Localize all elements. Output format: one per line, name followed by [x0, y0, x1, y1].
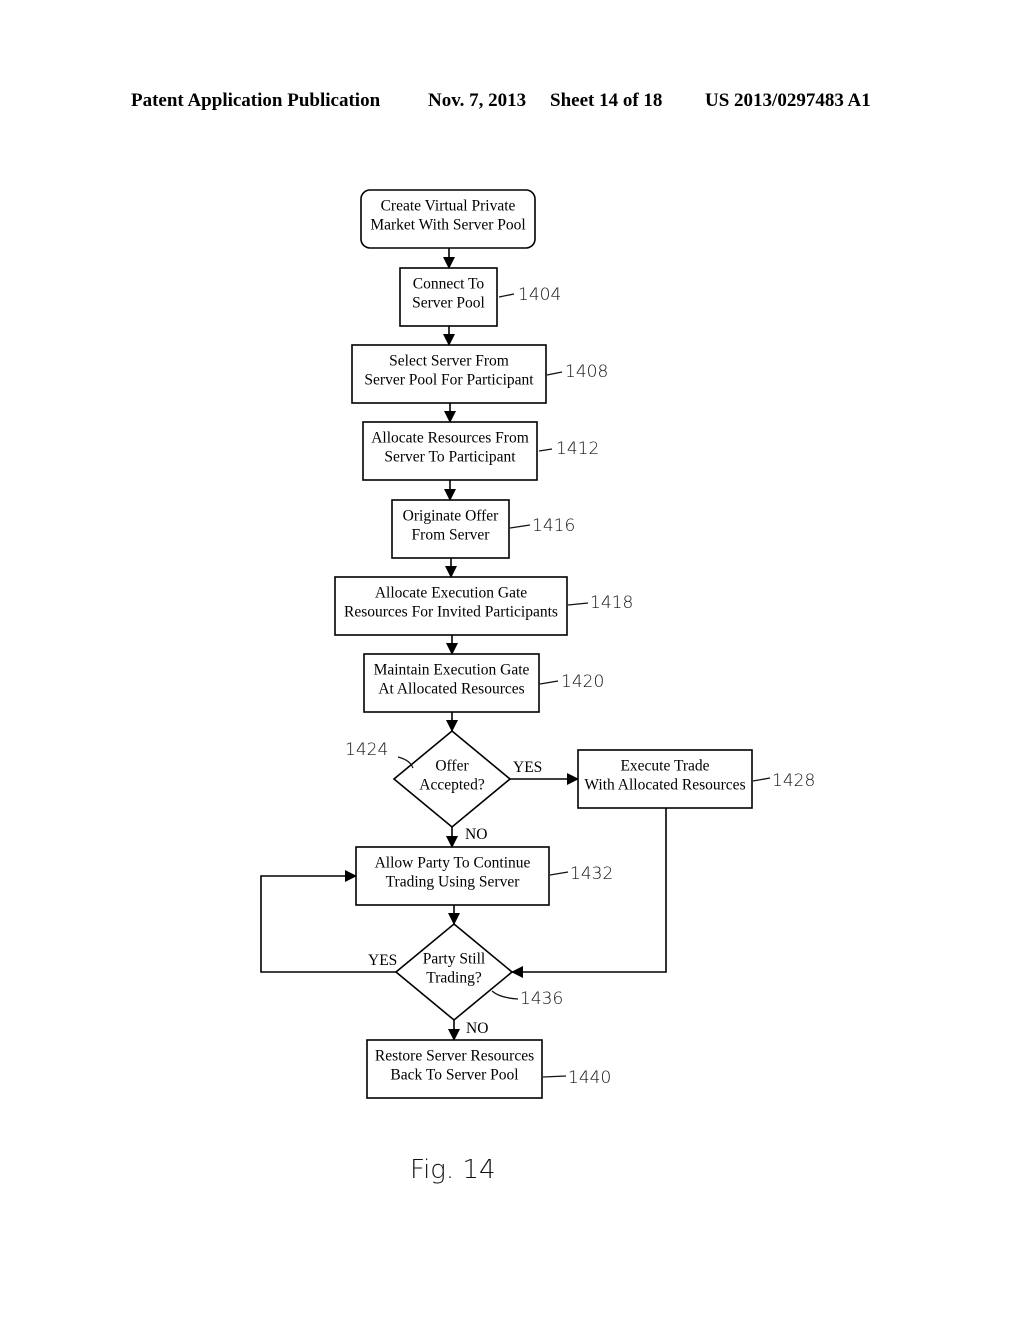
reference-numeral: 1420: [561, 672, 604, 692]
node-text-line: Resources For Invited Participants: [344, 604, 558, 621]
edge-label-yes: YES: [513, 759, 542, 776]
reference-numeral: 1416: [532, 516, 575, 536]
edge-label-no: NO: [465, 826, 487, 843]
node-text-line: Allocate Execution Gate: [375, 585, 527, 602]
node-text-line: Originate Offer: [403, 508, 500, 525]
reference-numeral: 1428: [772, 771, 815, 791]
flow-node-1408: Select Server From Server Pool For Partic…: [351, 344, 547, 404]
edge-label-yes: YES: [368, 952, 397, 969]
flow-node-1412: Allocate Resources From Server To Partici…: [362, 421, 538, 481]
node-text-line: Allocate Resources From: [371, 430, 529, 447]
node-text-line: Server To Participant: [384, 449, 516, 466]
node-text-line: Restore Server Resources: [375, 1048, 534, 1065]
ref-leader-line: [542, 1075, 567, 1078]
ref-leader-line: [509, 524, 531, 529]
flow-node-1424: Offer Accepted?: [392, 729, 512, 829]
node-text-line: Connect To: [413, 276, 485, 293]
edge-label-no: NO: [466, 1020, 488, 1037]
reference-numeral: 1436: [520, 989, 563, 1009]
flow-node-1416: Originate Offer From Server: [391, 499, 510, 559]
ref-leader-line: [752, 777, 771, 782]
ref-leader-line: [546, 371, 563, 376]
node-text-line: Select Server From: [389, 353, 509, 370]
flow-node-1432: Allow Party To Continue Trading Using Ser…: [355, 846, 550, 906]
node-text-line: Offer: [435, 758, 469, 775]
flow-node-1436: Party Still Trading?: [394, 922, 514, 1022]
ref-leader-line: [567, 602, 589, 606]
reference-numeral: 1440: [568, 1068, 611, 1088]
node-text-line: Party Still: [423, 951, 485, 968]
reference-numeral: 1404: [518, 285, 561, 305]
node-text-line: Trading?: [426, 970, 482, 987]
node-text-line: Market With Server Pool: [370, 217, 525, 234]
reference-numeral: 1432: [570, 864, 613, 884]
node-text-line: With Allocated Resources: [584, 777, 745, 794]
ref-leader-line: [538, 448, 553, 452]
node-text-line: Server Pool For Participant: [364, 372, 534, 389]
reference-numeral: 1412: [556, 439, 599, 459]
flow-node-1404: Connect To Server Pool: [399, 267, 498, 327]
reference-numeral: 1418: [590, 593, 633, 613]
node-text-line: Maintain Execution Gate: [374, 662, 530, 679]
flow-node-1440: Restore Server Resources Back To Server P…: [366, 1039, 543, 1099]
ref-leader-line: [498, 293, 515, 298]
node-text-line: From Server: [412, 527, 491, 544]
node-text-line: Accepted?: [419, 777, 485, 794]
flow-node-1420: Maintain Execution Gate At Allocated Reso…: [363, 653, 540, 713]
reference-numeral: 1424: [345, 740, 388, 760]
ref-leader-line: [491, 990, 519, 1000]
flow-node-start: Create Virtual Private Market With Server…: [360, 189, 536, 249]
node-text-line: Execute Trade: [620, 758, 709, 775]
node-text-line: Trading Using Server: [386, 874, 521, 891]
flowchart: YES NO YES NO Create Virtual Private Market …: [260, 189, 815, 1185]
flow-node-1428: Execute Trade With Allocated Resources: [577, 749, 753, 809]
figure-label: Fig. 14: [410, 1155, 496, 1185]
node-text-line: Create Virtual Private: [381, 198, 516, 215]
node-text-line: At Allocated Resources: [378, 681, 524, 698]
node-text-line: Allow Party To Continue: [375, 855, 531, 872]
node-text-line: Server Pool: [412, 295, 485, 312]
node-text-line: Back To Server Pool: [390, 1067, 518, 1084]
flow-node-1418: Allocate Execution Gate Resources For Inv…: [334, 576, 568, 636]
reference-numeral: 1408: [565, 362, 608, 382]
ref-leader-line: [539, 680, 559, 685]
ref-leader-line: [549, 871, 569, 876]
